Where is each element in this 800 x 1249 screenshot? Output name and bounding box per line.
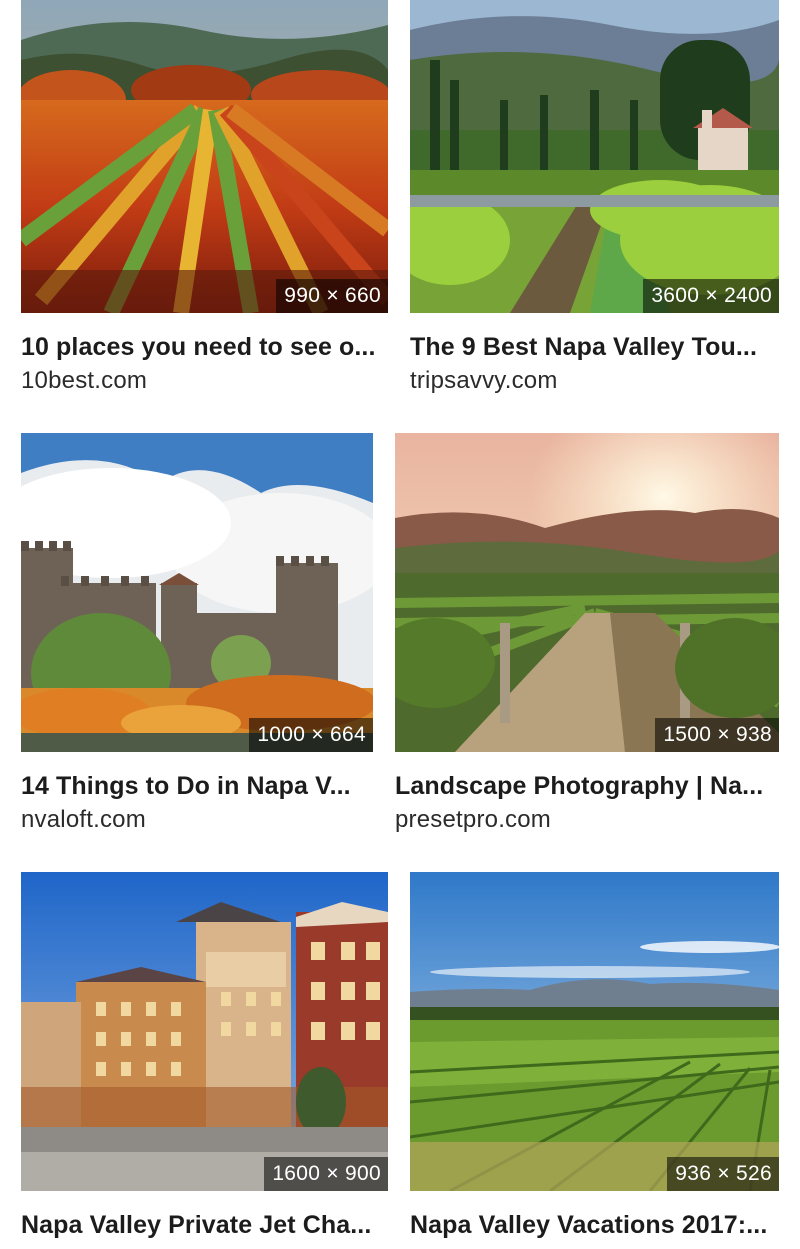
result-image-2[interactable]: 3600 × 2400 (410, 0, 779, 313)
image-dimensions: 1600 × 900 (264, 1157, 388, 1191)
result-card-2[interactable]: 3600 × 2400 The 9 Best Napa Valley Tou..… (410, 0, 779, 400)
result-image-6[interactable]: 936 × 526 (410, 872, 779, 1191)
result-title[interactable]: Landscape Photography | Na... (395, 772, 779, 801)
result-title[interactable]: The 9 Best Napa Valley Tou... (410, 333, 779, 362)
image-dimensions: 936 × 526 (667, 1157, 779, 1191)
image-dimensions: 1000 × 664 (249, 718, 373, 752)
result-source[interactable]: nvaloft.com (21, 806, 146, 834)
result-image-5[interactable]: 1600 × 900 (21, 872, 388, 1191)
result-source[interactable]: tripsavvy.com (410, 367, 558, 395)
vineyard-mountains-image (410, 872, 779, 1191)
image-dimensions: 3600 × 2400 (643, 279, 779, 313)
result-source[interactable]: 10best.com (21, 367, 147, 395)
image-dimensions: 990 × 660 (276, 279, 388, 313)
result-source[interactable]: presetpro.com (395, 806, 551, 834)
result-card-4[interactable]: 1500 × 938 Landscape Photography | Na...… (395, 433, 779, 833)
green-vineyard-image (410, 0, 779, 313)
sunset-vineyard-image (395, 433, 779, 752)
autumn-vineyard-image (21, 0, 388, 313)
image-dimensions: 1500 × 938 (655, 718, 779, 752)
result-card-6[interactable]: 936 × 526 Napa Valley Vacations 2017:... (410, 872, 779, 1249)
result-title[interactable]: Napa Valley Private Jet Cha... (21, 1211, 388, 1240)
result-image-1[interactable]: 990 × 660 (21, 0, 388, 313)
result-card-5[interactable]: 1600 × 900 Napa Valley Private Jet Cha..… (21, 872, 388, 1249)
result-image-3[interactable]: 1000 × 664 (21, 433, 373, 752)
result-image-4[interactable]: 1500 × 938 (395, 433, 779, 752)
result-card-1[interactable]: 990 × 660 10 places you need to see o...… (21, 0, 388, 400)
hotel-building-image (21, 872, 388, 1191)
result-title[interactable]: Napa Valley Vacations 2017:... (410, 1211, 779, 1240)
result-title[interactable]: 14 Things to Do in Napa V... (21, 772, 373, 801)
castle-image (21, 433, 373, 752)
result-card-3[interactable]: 1000 × 664 14 Things to Do in Napa V... … (21, 433, 373, 833)
result-title[interactable]: 10 places you need to see o... (21, 333, 388, 362)
